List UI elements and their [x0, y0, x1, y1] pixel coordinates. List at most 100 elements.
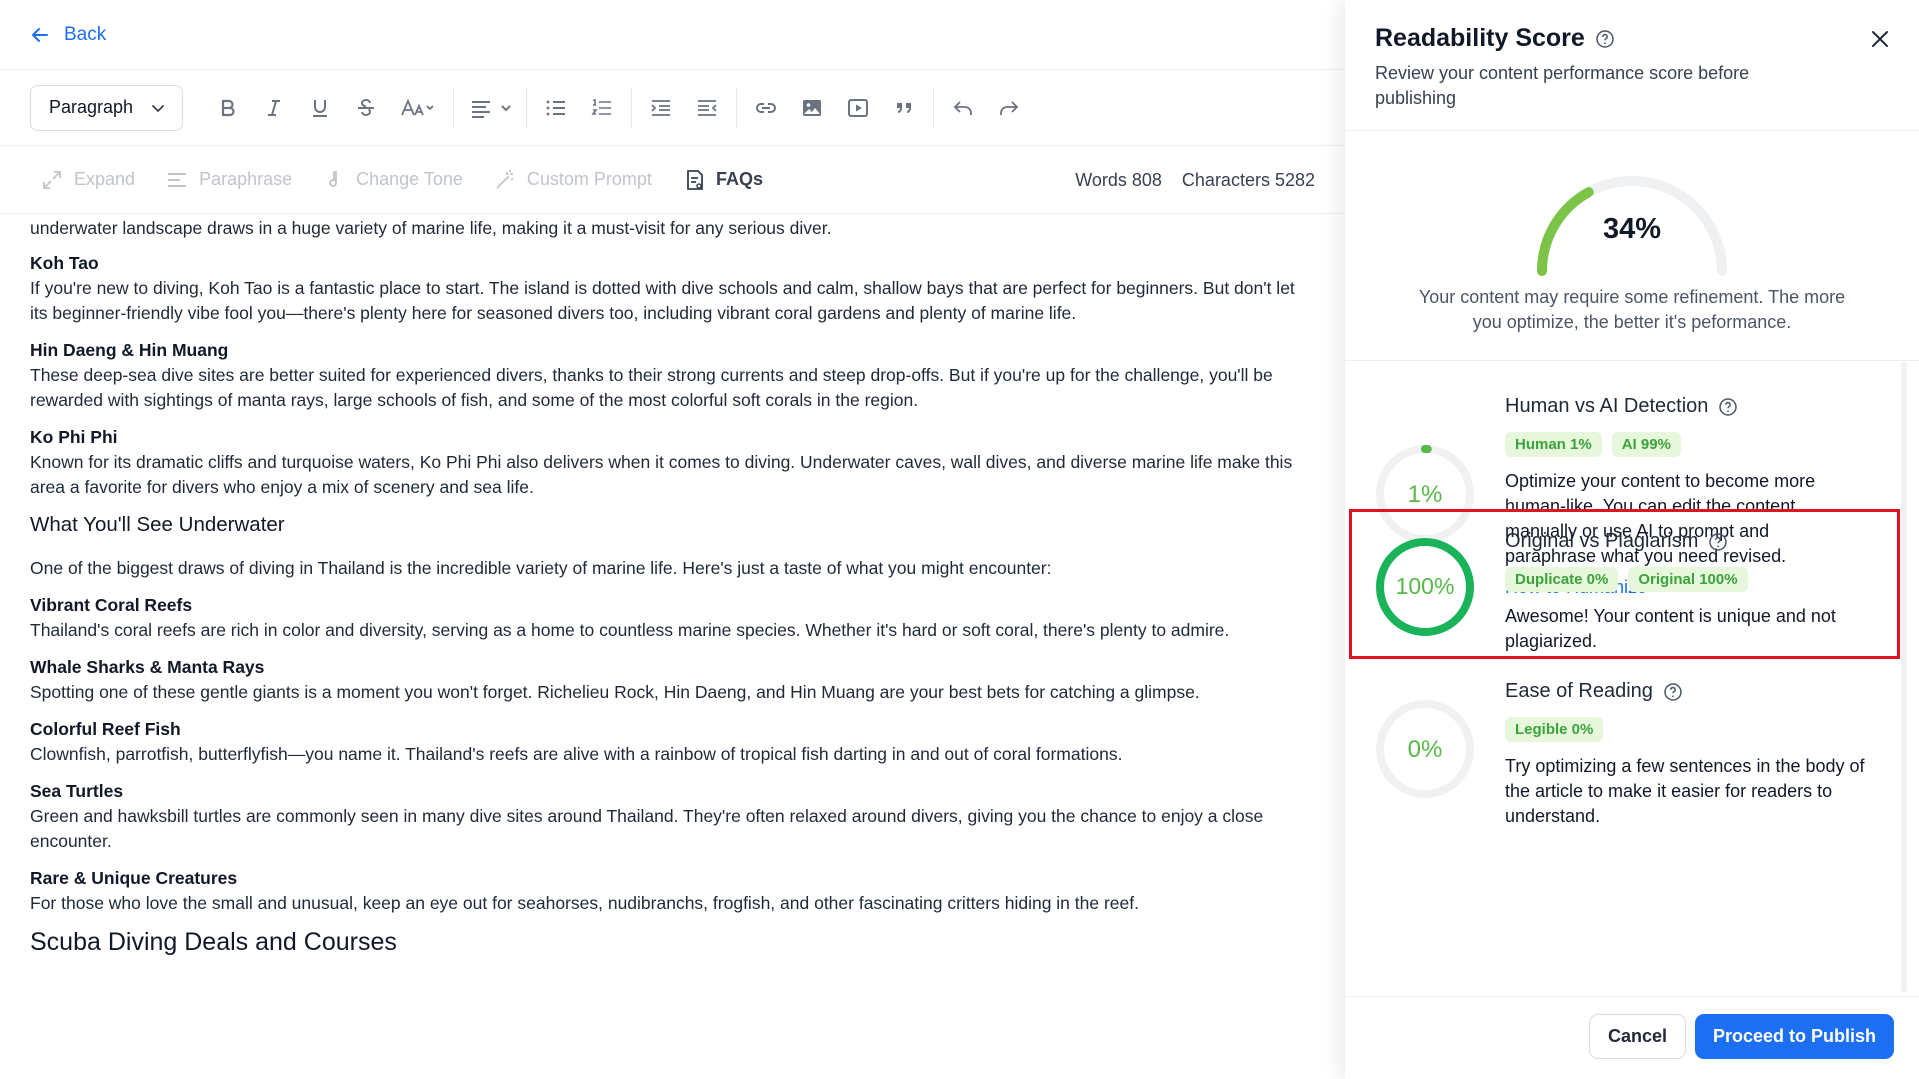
back-button[interactable]: Back	[30, 24, 106, 46]
section-heading: Vibrant Coral Reefs	[30, 595, 193, 615]
bold-button[interactable]	[205, 85, 251, 131]
formatting-toolbar: Paragraph	[0, 70, 1345, 146]
score-message: Your content may require some refinement…	[1418, 287, 1846, 332]
metric-title-text: Original vs Plagiarism	[1505, 530, 1699, 552]
metric-value: 100%	[1395, 573, 1455, 599]
quote-button[interactable]	[881, 85, 927, 131]
metric-title: Human vs AI Detection	[1505, 395, 1865, 418]
paraphrase-label: Paraphrase	[199, 169, 293, 189]
image-icon	[803, 99, 821, 116]
change-tone-tool[interactable]: Change Tone	[322, 168, 463, 192]
panel-header: Readability Score Review your content pe…	[1345, 0, 1919, 131]
paragraph-text: Thailand's coral reefs are rich in color…	[30, 620, 1230, 640]
font-size-button[interactable]	[389, 85, 447, 131]
paragraph-text: These deep-sea dive sites are better sui…	[30, 365, 1273, 410]
change-tone-label: Change Tone	[356, 169, 463, 189]
video-button[interactable]	[835, 85, 881, 131]
legible-tag: Legible 0%	[1505, 717, 1604, 742]
metric-description: Try optimizing a few sentences in the bo…	[1505, 756, 1865, 826]
bold-icon	[221, 99, 235, 116]
editor-area: Back Paragraph Expand Paraphrase Change …	[0, 0, 1345, 1079]
video-icon	[848, 98, 868, 117]
section-heading: Whale Sharks & Manta Rays	[30, 657, 265, 677]
paragraph-select[interactable]: Paragraph	[30, 84, 183, 131]
scrollbar[interactable]	[1901, 362, 1907, 992]
panel-subtitle: Review your content performance score be…	[1375, 63, 1750, 108]
help-icon[interactable]	[1708, 532, 1728, 552]
numbered-list-button[interactable]	[579, 85, 625, 131]
expand-tool[interactable]: Expand	[40, 168, 135, 192]
metrics-list: 1% Human vs AI Detection Human 1% AI 99%…	[1345, 362, 1919, 996]
chevron-down-icon	[152, 104, 164, 112]
italic-icon	[268, 99, 280, 116]
link-button[interactable]	[743, 85, 789, 131]
metric-title-text: Ease of Reading	[1505, 680, 1653, 702]
readability-panel: Readability Score Review your content pe…	[1345, 0, 1919, 1079]
metric-tags: Duplicate 0% Original 100%	[1505, 567, 1865, 592]
section-heading: Koh Tao	[30, 253, 99, 273]
link-icon	[756, 102, 776, 113]
help-icon[interactable]	[1595, 29, 1615, 49]
metric-value: 1%	[1407, 481, 1443, 508]
expand-icon	[43, 170, 61, 189]
top-bar: Back	[0, 0, 1345, 70]
help-icon[interactable]	[1663, 682, 1683, 702]
redo-icon	[1000, 100, 1019, 115]
custom-prompt-tool[interactable]: Custom Prompt	[493, 168, 652, 192]
underline-button[interactable]	[297, 85, 343, 131]
paraphrase-icon	[168, 172, 187, 187]
score-value: 34%	[1602, 213, 1662, 245]
italic-button[interactable]	[251, 85, 297, 131]
metric-title-text: Human vs AI Detection	[1505, 395, 1709, 417]
close-icon[interactable]	[1867, 26, 1893, 52]
subheading: What You'll See Underwater	[30, 513, 285, 536]
human-tag: Human 1%	[1505, 432, 1602, 457]
indent-icon	[651, 99, 670, 116]
help-icon[interactable]	[1718, 397, 1738, 417]
article-heading: Scuba Diving Deals and Courses	[30, 928, 397, 956]
metric-body: Original vs Plagiarism Duplicate 0% Orig…	[1505, 530, 1865, 654]
panel-title: Readability Score	[1375, 24, 1889, 53]
outdent-icon	[698, 99, 717, 116]
proceed-to-publish-button[interactable]: Proceed to Publish	[1695, 1014, 1894, 1059]
document-counts: Words 808 Characters 5282	[1075, 146, 1315, 214]
bullet-list-button[interactable]	[533, 85, 579, 131]
ai-tools-bar: Expand Paraphrase Change Tone Custom Pro…	[0, 146, 1345, 214]
paraphrase-tool[interactable]: Paraphrase	[165, 168, 292, 192]
toolbar-divider	[526, 87, 527, 128]
strikethrough-button[interactable]	[343, 85, 389, 131]
cancel-button[interactable]: Cancel	[1589, 1014, 1686, 1059]
magic-wand-icon	[496, 169, 513, 189]
faqs-tool[interactable]: FAQs	[682, 168, 763, 192]
paragraph-text: Known for its dramatic cliffs and turquo…	[30, 452, 1293, 497]
image-button[interactable]	[789, 85, 835, 131]
panel-footer: Cancel Proceed to Publish	[1345, 996, 1919, 1079]
panel-title-text: Readability Score	[1375, 24, 1585, 52]
faqs-label: FAQs	[715, 169, 763, 189]
expand-label: Expand	[74, 169, 136, 189]
toolbar-divider	[631, 87, 632, 128]
article-content[interactable]: underwater landscape draws in a huge var…	[0, 216, 1345, 955]
redo-button[interactable]	[986, 85, 1032, 131]
paragraph-text: Clownfish, parrotfish, butterflyfish—you…	[30, 744, 1123, 764]
section-heading: Colorful Reef Fish	[30, 719, 181, 739]
bullet-list-icon	[546, 100, 565, 115]
duplicate-tag: Duplicate 0%	[1505, 567, 1619, 592]
metric-tags: Legible 0%	[1505, 717, 1865, 742]
undo-button[interactable]	[940, 85, 986, 131]
outdent-button[interactable]	[684, 85, 730, 131]
section-heading: Rare & Unique Creatures	[30, 868, 238, 888]
metric-description: Awesome! Your content is unique and not …	[1505, 606, 1836, 651]
section-heading: Ko Phi Phi	[30, 427, 118, 447]
align-button[interactable]	[460, 85, 520, 131]
paragraph-select-value: Paragraph	[49, 97, 134, 117]
indent-button[interactable]	[638, 85, 684, 131]
ai-tag: AI 99%	[1611, 432, 1681, 457]
undo-icon	[953, 100, 972, 115]
music-note-icon	[329, 170, 338, 187]
metric-title: Original vs Plagiarism	[1505, 530, 1865, 553]
toolbar-divider	[453, 87, 454, 128]
metric-value: 0%	[1407, 736, 1443, 763]
paragraph-text: underwater landscape draws in a huge var…	[30, 218, 832, 238]
metric-body: Ease of Reading Legible 0% Try optimizin…	[1505, 680, 1865, 829]
